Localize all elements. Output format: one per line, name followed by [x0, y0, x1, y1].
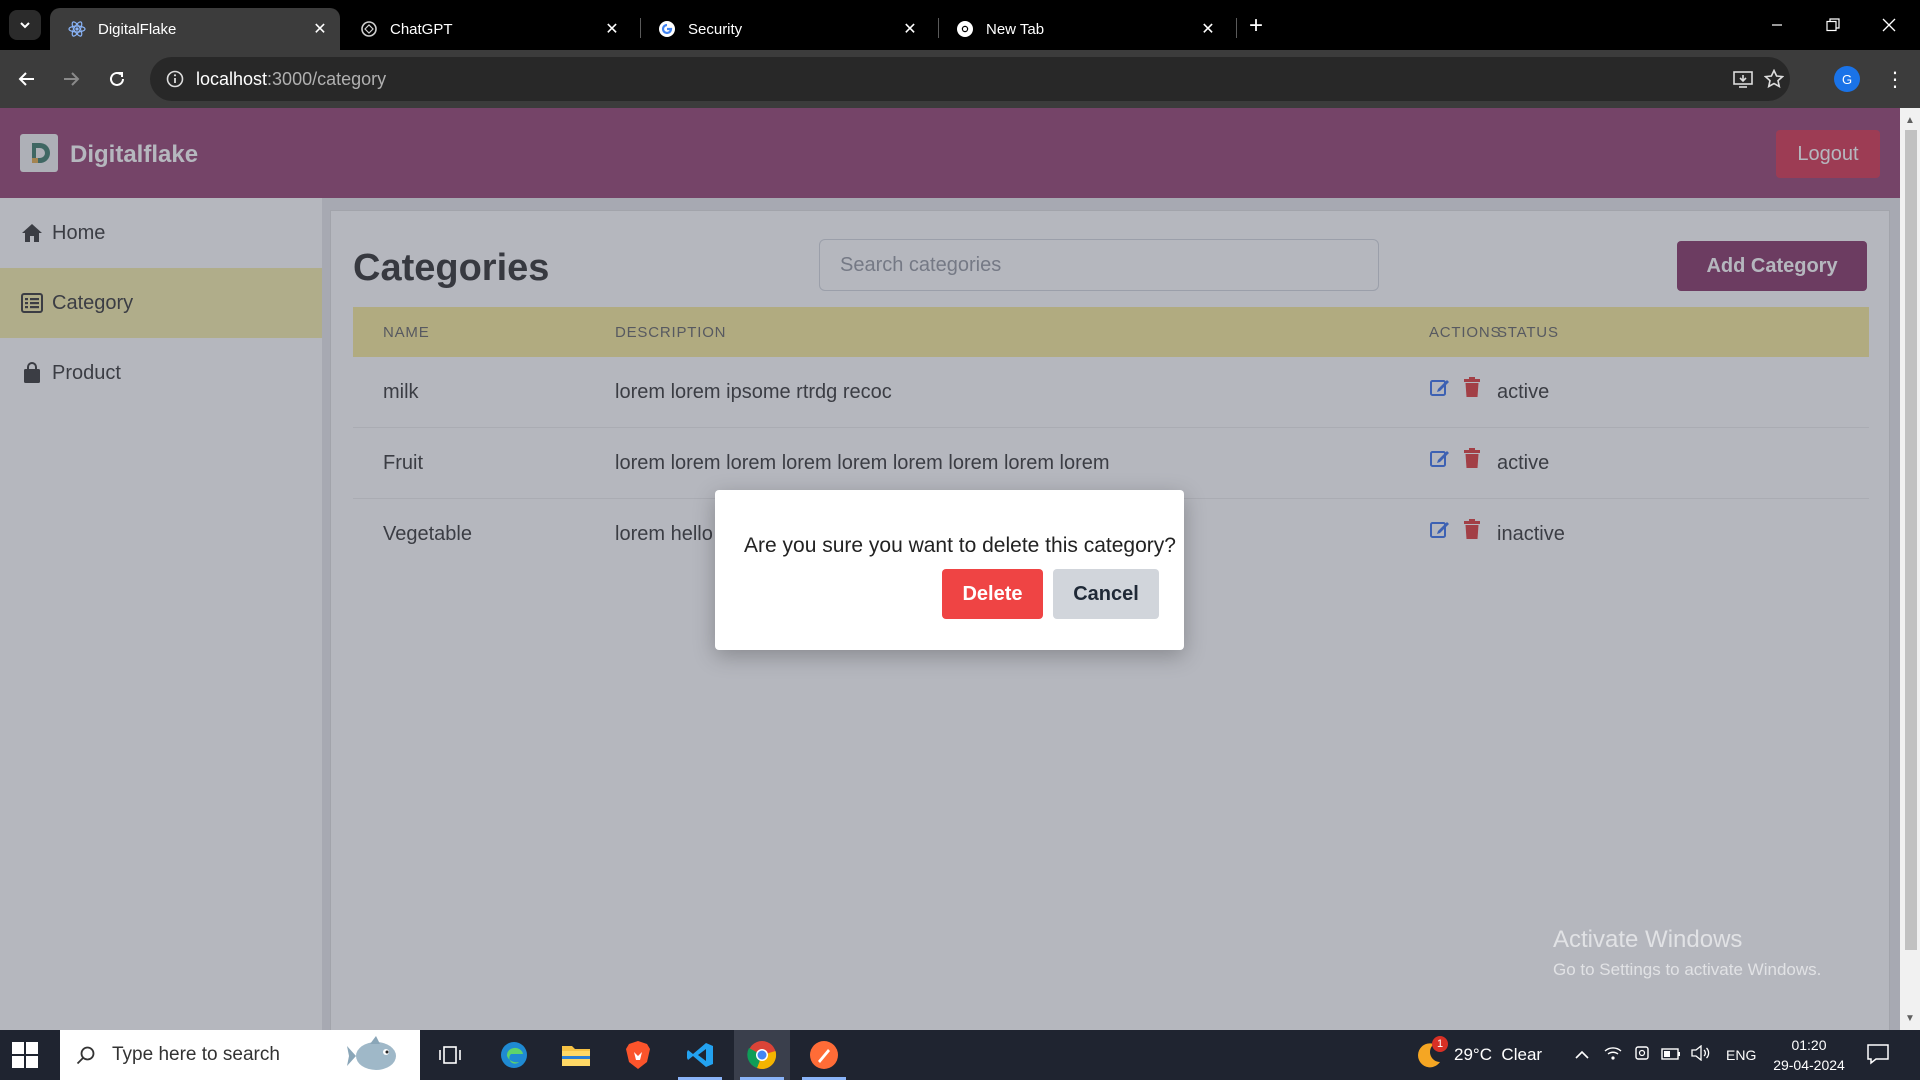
- browser-toolbar: localhost:3000/category G ⋮: [0, 50, 1920, 108]
- notification-icon[interactable]: [1866, 1042, 1894, 1068]
- browser-menu-button[interactable]: ⋮: [1880, 62, 1910, 96]
- chevron-up-icon[interactable]: [1570, 1045, 1594, 1065]
- close-icon[interactable]: ✕: [1196, 17, 1220, 41]
- url-text[interactable]: localhost:3000/category: [196, 69, 386, 90]
- restore-icon: [1826, 18, 1840, 32]
- meet-now-icon[interactable]: [1628, 1045, 1656, 1066]
- scroll-up-icon[interactable]: ▲: [1904, 114, 1916, 126]
- vscode-icon[interactable]: [672, 1030, 728, 1080]
- close-window-button[interactable]: [1866, 8, 1912, 42]
- chrome-icon: [956, 20, 974, 38]
- tab-title: DigitalFlake: [98, 20, 177, 38]
- address-bar[interactable]: localhost:3000/category: [150, 57, 1790, 101]
- close-icon: [1882, 18, 1896, 32]
- weather-text: 29°C Clear: [1454, 1045, 1543, 1064]
- system-tray: ENG: [1570, 1030, 1756, 1080]
- tab-search-button[interactable]: [9, 10, 41, 40]
- browser-tab-new-tab[interactable]: New Tab ✕: [938, 8, 1228, 50]
- close-icon[interactable]: ✕: [600, 17, 624, 41]
- arrow-left-icon: [18, 72, 34, 86]
- edge-icon[interactable]: [486, 1030, 542, 1080]
- more-vert-icon: ⋮: [1885, 68, 1905, 91]
- close-icon[interactable]: ✕: [308, 17, 332, 41]
- windows-start-icon[interactable]: [12, 1042, 38, 1068]
- profile-initial: G: [1841, 71, 1853, 87]
- weather-moon-icon: 1: [1414, 1036, 1448, 1070]
- dialog-message: Are you sure you want to delete this cat…: [744, 534, 1176, 557]
- battery-icon[interactable]: [1656, 1045, 1686, 1065]
- minimize-icon: [1772, 24, 1782, 26]
- taskbar-search-box[interactable]: Type here to search: [60, 1030, 420, 1080]
- reload-icon: [110, 71, 124, 86]
- chevron-down-icon: [20, 22, 30, 29]
- cancel-button[interactable]: Cancel: [1053, 569, 1159, 619]
- google-icon: [658, 20, 676, 38]
- tab-title: Security: [688, 20, 743, 38]
- site-info-icon[interactable]: [160, 64, 190, 94]
- page-scrollbar[interactable]: ▲ ▼: [1900, 108, 1920, 1030]
- scroll-down-icon[interactable]: ▼: [1904, 1012, 1916, 1024]
- brave-icon[interactable]: [610, 1030, 666, 1080]
- new-tab-button[interactable]: +: [1242, 12, 1270, 40]
- delete-confirm-dialog: Are you sure you want to delete this cat…: [715, 490, 1184, 650]
- url-host: localhost: [196, 69, 268, 89]
- page-viewport: Digitalflake Logout Home Category Produc…: [0, 108, 1900, 1030]
- tab-separator: [1236, 18, 1237, 38]
- search-highlight-fish-icon: [346, 1034, 402, 1076]
- volume-icon[interactable]: [1686, 1044, 1716, 1066]
- minimize-button[interactable]: [1754, 8, 1800, 42]
- taskbar-clock[interactable]: 01:20 29-04-2024: [1768, 1035, 1850, 1075]
- watermark-subtitle: Go to Settings to activate Windows.: [1553, 960, 1822, 979]
- postman-icon[interactable]: [796, 1030, 852, 1080]
- taskbar-search-placeholder: Type here to search: [112, 1044, 280, 1065]
- chatgpt-icon: [360, 20, 378, 38]
- search-icon: [74, 1043, 98, 1067]
- reload-button[interactable]: [100, 62, 134, 96]
- scrollbar-thumb[interactable]: [1905, 130, 1917, 950]
- watermark-title: Activate Windows: [1553, 926, 1743, 953]
- restore-button[interactable]: [1810, 8, 1856, 42]
- network-icon[interactable]: [1598, 1045, 1628, 1066]
- back-button[interactable]: [10, 62, 44, 96]
- close-icon[interactable]: ✕: [898, 17, 922, 41]
- weather-badge: 1: [1432, 1036, 1448, 1052]
- chrome-icon[interactable]: [734, 1030, 790, 1080]
- install-app-icon[interactable]: [1728, 64, 1758, 94]
- delete-button[interactable]: Delete: [942, 569, 1043, 619]
- plus-icon: +: [1248, 12, 1263, 39]
- taskbar: Type here to search 1 29°C Clear ENG 01:…: [0, 1030, 1920, 1080]
- task-view-icon[interactable]: [422, 1030, 478, 1080]
- weather-widget[interactable]: 1 29°C Clear: [1414, 1030, 1542, 1080]
- browser-tab-security[interactable]: Security ✕: [640, 8, 930, 50]
- activate-windows-watermark: Activate Windows Go to Settings to activ…: [1553, 926, 1821, 980]
- browser-tab-bar: DigitalFlake ✕ ChatGPT ✕ Security ✕ New …: [0, 0, 1920, 50]
- bookmark-star-icon[interactable]: [1759, 64, 1789, 94]
- language-indicator[interactable]: ENG: [1726, 1047, 1756, 1063]
- clock-date: 29-04-2024: [1773, 1057, 1845, 1073]
- profile-avatar[interactable]: G: [1834, 66, 1860, 92]
- url-path: :3000/category: [267, 69, 387, 89]
- file-explorer-icon[interactable]: [548, 1030, 604, 1080]
- browser-tab-digitalflake[interactable]: DigitalFlake ✕: [50, 8, 340, 50]
- forward-button[interactable]: [54, 62, 88, 96]
- react-icon: [68, 20, 86, 38]
- tab-title: ChatGPT: [390, 20, 453, 38]
- arrow-right-icon: [64, 72, 80, 86]
- clock-time: 01:20: [1791, 1037, 1827, 1053]
- browser-tab-chatgpt[interactable]: ChatGPT ✕: [342, 8, 632, 50]
- tab-title: New Tab: [986, 20, 1045, 38]
